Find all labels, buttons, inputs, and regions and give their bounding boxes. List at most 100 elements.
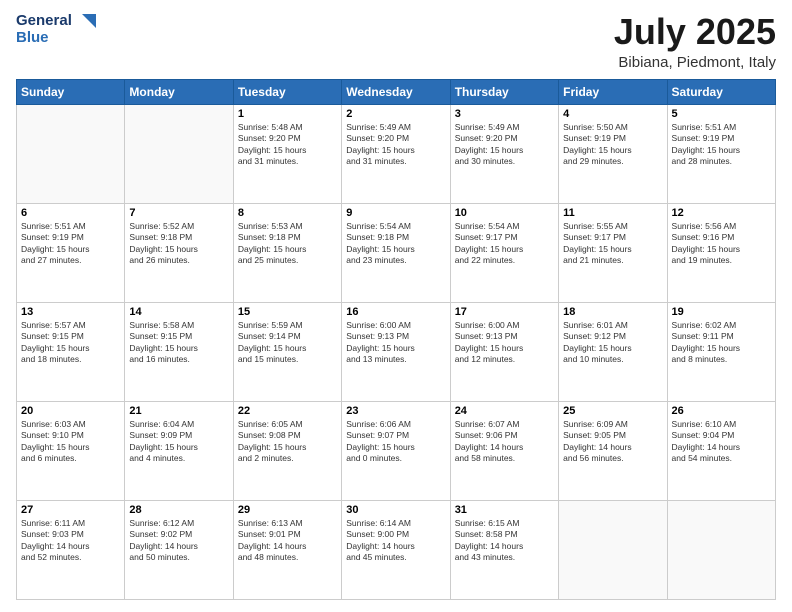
day-info: Sunrise: 6:06 AM Sunset: 9:07 PM Dayligh… xyxy=(346,419,445,465)
day-info: Sunrise: 5:56 AM Sunset: 9:16 PM Dayligh… xyxy=(672,221,771,267)
day-info: Sunrise: 5:51 AM Sunset: 9:19 PM Dayligh… xyxy=(21,221,120,267)
day-number: 14 xyxy=(129,306,228,318)
calendar-cell: 31Sunrise: 6:15 AM Sunset: 8:58 PM Dayli… xyxy=(450,500,558,599)
day-info: Sunrise: 5:57 AM Sunset: 9:15 PM Dayligh… xyxy=(21,320,120,366)
calendar-cell: 19 Sunrise: 6:02 AM Sunset: 9:11 PM Dayli… xyxy=(667,302,775,401)
day-info: Sunrise: 5:48 AM Sunset: 9:20 PM Dayligh… xyxy=(238,122,337,168)
col-friday: Friday xyxy=(559,79,667,104)
day-info: Sunrise: 6:13 AM Sunset: 9:01 PM Dayligh… xyxy=(238,518,337,564)
day-info: Sunrise: 5:54 AM Sunset: 9:18 PM Dayligh… xyxy=(346,221,445,267)
day-number: 15 xyxy=(238,306,337,318)
calendar-cell: 24 Sunrise: 6:07 AM Sunset: 9:06 PM Dayli… xyxy=(450,401,558,500)
day-info: Sunrise: 6:00 AM Sunset: 9:13 PM Dayligh… xyxy=(455,320,554,366)
day-info: Sunrise: 5:51 AM Sunset: 9:19 PM Dayligh… xyxy=(672,122,771,168)
day-number: 12 xyxy=(672,207,771,219)
day-number: 11 xyxy=(563,207,662,219)
day-number: 30 xyxy=(346,504,445,516)
day-number: 20 xyxy=(21,405,120,417)
calendar-cell: 3 Sunrise: 5:49 AM Sunset: 9:20 PM Daylig… xyxy=(450,104,558,203)
day-info: Sunrise: 5:52 AM Sunset: 9:18 PM Dayligh… xyxy=(129,221,228,267)
header: General Blue July 2025 Bibiana, Piedmont… xyxy=(16,12,776,71)
day-number: 28 xyxy=(129,504,228,516)
day-info: Sunrise: 5:58 AM Sunset: 9:15 PM Dayligh… xyxy=(129,320,228,366)
day-number: 19 xyxy=(672,306,771,318)
day-number: 6 xyxy=(21,207,120,219)
calendar-cell: 30 Sunrise: 6:14 AM Sunset: 9:00 PM Dayli… xyxy=(342,500,450,599)
calendar-cell: 14 Sunrise: 5:58 AM Sunset: 9:15 PM Dayli… xyxy=(125,302,233,401)
col-monday: Monday xyxy=(125,79,233,104)
calendar-cell: 13 Sunrise: 5:57 AM Sunset: 9:15 PM Dayli… xyxy=(17,302,125,401)
day-number: 13 xyxy=(21,306,120,318)
calendar-cell: 10Sunrise: 5:54 AM Sunset: 9:17 PM Dayli… xyxy=(450,203,558,302)
day-info: Sunrise: 6:15 AM Sunset: 8:58 PM Dayligh… xyxy=(455,518,554,564)
calendar-cell: 1 Sunrise: 5:48 AM Sunset: 9:20 PM Daylig… xyxy=(233,104,341,203)
calendar-cell: 7 Sunrise: 5:52 AM Sunset: 9:18 PM Daylig… xyxy=(125,203,233,302)
day-number: 29 xyxy=(238,504,337,516)
calendar-cell xyxy=(667,500,775,599)
calendar-cell: 28 Sunrise: 6:12 AM Sunset: 9:02 PM Dayli… xyxy=(125,500,233,599)
calendar-cell xyxy=(17,104,125,203)
day-info: Sunrise: 5:49 AM Sunset: 9:20 PM Dayligh… xyxy=(346,122,445,168)
week-row-2: 6 Sunrise: 5:51 AM Sunset: 9:19 PM Daylig… xyxy=(17,203,776,302)
calendar-cell: 27 Sunrise: 6:11 AM Sunset: 9:03 PM Dayli… xyxy=(17,500,125,599)
day-number: 24 xyxy=(455,405,554,417)
page: General Blue July 2025 Bibiana, Piedmont… xyxy=(0,0,792,612)
month-title: July 2025 xyxy=(614,12,776,52)
day-info: Sunrise: 5:50 AM Sunset: 9:19 PM Dayligh… xyxy=(563,122,662,168)
calendar-cell: 25 Sunrise: 6:09 AM Sunset: 9:05 PM Dayli… xyxy=(559,401,667,500)
calendar-cell: 4 Sunrise: 5:50 AM Sunset: 9:19 PM Daylig… xyxy=(559,104,667,203)
day-info: Sunrise: 6:07 AM Sunset: 9:06 PM Dayligh… xyxy=(455,419,554,465)
calendar-cell: 20 Sunrise: 6:03 AM Sunset: 9:10 PM Dayli… xyxy=(17,401,125,500)
day-number: 16 xyxy=(346,306,445,318)
day-info: Sunrise: 6:09 AM Sunset: 9:05 PM Dayligh… xyxy=(563,419,662,465)
calendar-cell: 12 Sunrise: 5:56 AM Sunset: 9:16 PM Dayli… xyxy=(667,203,775,302)
week-row-3: 13 Sunrise: 5:57 AM Sunset: 9:15 PM Dayli… xyxy=(17,302,776,401)
col-wednesday: Wednesday xyxy=(342,79,450,104)
day-number: 23 xyxy=(346,405,445,417)
day-number: 27 xyxy=(21,504,120,516)
day-info: Sunrise: 6:03 AM Sunset: 9:10 PM Dayligh… xyxy=(21,419,120,465)
calendar-table: Sunday Monday Tuesday Wednesday Thursday… xyxy=(16,79,776,600)
col-sunday: Sunday xyxy=(17,79,125,104)
day-info: Sunrise: 5:49 AM Sunset: 9:20 PM Dayligh… xyxy=(455,122,554,168)
calendar-cell: 8Sunrise: 5:53 AM Sunset: 9:18 PM Daylig… xyxy=(233,203,341,302)
day-info: Sunrise: 6:00 AM Sunset: 9:13 PM Dayligh… xyxy=(346,320,445,366)
day-number: 26 xyxy=(672,405,771,417)
day-info: Sunrise: 5:54 AM Sunset: 9:17 PM Dayligh… xyxy=(455,221,554,267)
week-row-4: 20 Sunrise: 6:03 AM Sunset: 9:10 PM Dayli… xyxy=(17,401,776,500)
day-info: Sunrise: 5:55 AM Sunset: 9:17 PM Dayligh… xyxy=(563,221,662,267)
day-info: Sunrise: 6:04 AM Sunset: 9:09 PM Dayligh… xyxy=(129,419,228,465)
title-block: July 2025 Bibiana, Piedmont, Italy xyxy=(614,12,776,71)
day-number: 18 xyxy=(563,306,662,318)
day-info: Sunrise: 6:14 AM Sunset: 9:00 PM Dayligh… xyxy=(346,518,445,564)
day-number: 4 xyxy=(563,108,662,120)
day-info: Sunrise: 6:05 AM Sunset: 9:08 PM Dayligh… xyxy=(238,419,337,465)
location-title: Bibiana, Piedmont, Italy xyxy=(614,54,776,71)
logo: General Blue xyxy=(16,12,96,47)
calendar-cell xyxy=(559,500,667,599)
day-number: 7 xyxy=(129,207,228,219)
day-number: 25 xyxy=(563,405,662,417)
day-number: 1 xyxy=(238,108,337,120)
calendar-cell: 11 Sunrise: 5:55 AM Sunset: 9:17 PM Dayli… xyxy=(559,203,667,302)
day-number: 21 xyxy=(129,405,228,417)
calendar-cell: 6 Sunrise: 5:51 AM Sunset: 9:19 PM Daylig… xyxy=(17,203,125,302)
day-number: 3 xyxy=(455,108,554,120)
day-info: Sunrise: 6:12 AM Sunset: 9:02 PM Dayligh… xyxy=(129,518,228,564)
header-row: Sunday Monday Tuesday Wednesday Thursday… xyxy=(17,79,776,104)
col-saturday: Saturday xyxy=(667,79,775,104)
day-number: 5 xyxy=(672,108,771,120)
calendar-cell: 15 Sunrise: 5:59 AM Sunset: 9:14 PM Dayli… xyxy=(233,302,341,401)
calendar-cell: 2Sunrise: 5:49 AM Sunset: 9:20 PM Daylig… xyxy=(342,104,450,203)
day-number: 22 xyxy=(238,405,337,417)
day-info: Sunrise: 5:59 AM Sunset: 9:14 PM Dayligh… xyxy=(238,320,337,366)
day-number: 8 xyxy=(238,207,337,219)
calendar-cell: 18Sunrise: 6:01 AM Sunset: 9:12 PM Dayli… xyxy=(559,302,667,401)
day-info: Sunrise: 6:11 AM Sunset: 9:03 PM Dayligh… xyxy=(21,518,120,564)
calendar-cell: 16 Sunrise: 6:00 AM Sunset: 9:13 PM Dayli… xyxy=(342,302,450,401)
day-info: Sunrise: 6:02 AM Sunset: 9:11 PM Dayligh… xyxy=(672,320,771,366)
calendar-cell: 29 Sunrise: 6:13 AM Sunset: 9:01 PM Dayli… xyxy=(233,500,341,599)
calendar-cell: 9Sunrise: 5:54 AM Sunset: 9:18 PM Daylig… xyxy=(342,203,450,302)
week-row-1: 1 Sunrise: 5:48 AM Sunset: 9:20 PM Daylig… xyxy=(17,104,776,203)
col-tuesday: Tuesday xyxy=(233,79,341,104)
